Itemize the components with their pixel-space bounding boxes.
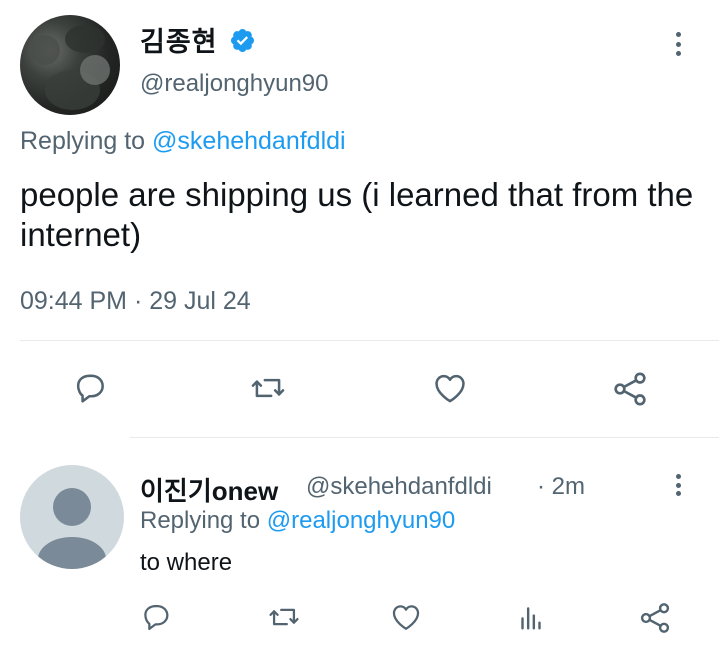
mention-link[interactable]: @realjonghyun90: [267, 507, 456, 534]
author-avatar[interactable]: [20, 15, 120, 115]
retweet-icon[interactable]: [248, 369, 288, 407]
verified-badge-icon: [229, 27, 256, 54]
replying-prefix: Replying to: [140, 507, 267, 534]
divider: [130, 437, 719, 438]
replying-to-line: Replying to @realjonghyun90: [140, 507, 455, 535]
share-icon[interactable]: [637, 600, 673, 636]
like-icon[interactable]: [388, 600, 424, 634]
tweet-text: people are shipping us (i learned that f…: [20, 176, 694, 253]
mention-link[interactable]: @skehehdanfdldi: [152, 127, 346, 155]
like-icon[interactable]: [430, 369, 470, 407]
more-options-icon[interactable]: [663, 32, 693, 56]
default-avatar-icon[interactable]: [20, 465, 124, 569]
reply-author-handle[interactable]: @skehehdanfdldi: [306, 473, 492, 501]
reply-icon[interactable]: [139, 600, 173, 634]
views-icon[interactable]: [514, 600, 548, 634]
reply-icon[interactable]: [71, 369, 109, 407]
author-name[interactable]: 김종현: [140, 20, 218, 59]
replying-prefix: Replying to: [20, 127, 153, 155]
tweet-timestamp[interactable]: 09:44 PM · 29 Jul 24: [20, 287, 251, 316]
share-icon[interactable]: [610, 369, 650, 409]
reply-timestamp[interactable]: · 2m: [537, 473, 585, 501]
divider: [20, 340, 719, 341]
retweet-icon[interactable]: [266, 600, 302, 634]
author-handle[interactable]: @realjonghyun90: [140, 70, 329, 98]
replying-to-line: Replying to @skehehdanfdldi: [20, 127, 346, 156]
reply-text: to where: [140, 549, 233, 576]
more-options-icon[interactable]: [673, 474, 683, 496]
reply-author-name[interactable]: 이진기onew: [140, 471, 278, 508]
